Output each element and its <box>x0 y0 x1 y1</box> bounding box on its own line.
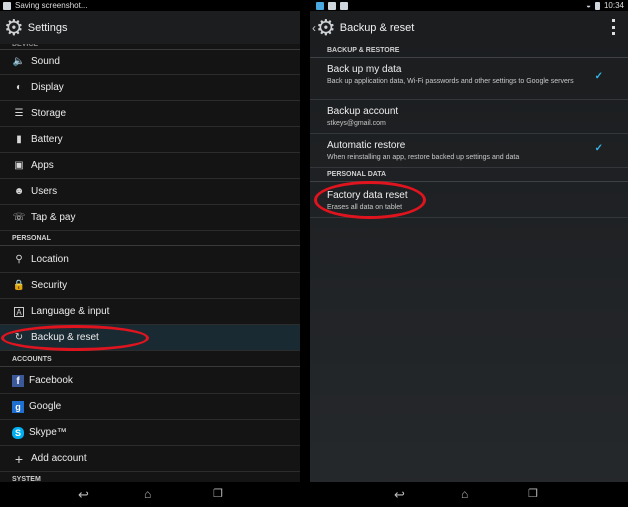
settings-item-label: Sound <box>31 56 60 67</box>
google-icon: g <box>12 400 24 413</box>
settings-item-label: Facebook <box>29 375 73 386</box>
settings-item-language[interactable]: A Language & input <box>0 299 300 325</box>
factory-data-reset-subtitle: Erases all data on tablet <box>327 204 403 211</box>
overflow-menu-icon[interactable] <box>612 19 616 35</box>
settings-item-users[interactable]: ☻ Users <box>0 179 300 205</box>
backup-account-title: Backup account <box>327 106 399 117</box>
settings-item-label: Security <box>31 280 68 291</box>
clock: 10:34 <box>603 1 624 10</box>
section-header-personal-data: PERSONAL DATA <box>310 168 628 182</box>
section-header-accounts: ACCOUNTS <box>0 353 300 367</box>
automatic-restore-subtitle: When reinstalling an app, restore backed… <box>327 154 520 161</box>
storage-icon: ☰ <box>14 108 24 119</box>
page-title: Settings <box>27 21 68 34</box>
page-title: Backup & reset <box>339 21 415 34</box>
notification-icon <box>328 1 336 10</box>
backup-account-email: stkeys@gmail.com <box>327 120 386 127</box>
settings-item-label: Storage <box>31 108 67 119</box>
settings-gear-icon[interactable]: ⚙ <box>316 16 336 39</box>
settings-action-bar: ⚙ Settings <box>0 11 300 44</box>
navigation-bar: ↩ ⌂ ❐ <box>0 482 300 507</box>
backup-my-data-checkbox[interactable]: ✓ <box>595 71 603 82</box>
home-icon[interactable]: ⌂ <box>144 488 151 501</box>
backup-my-data-subtitle: Back up application data, Wi-Fi password… <box>327 78 574 85</box>
wifi-icon: ◒ <box>586 1 591 10</box>
factory-data-reset-row[interactable]: Factory data reset Erases all data on ta… <box>310 182 628 218</box>
settings-item-battery[interactable]: ▮ Battery <box>0 127 300 153</box>
backup-reset-panel: ◒ 10:34 ‹ ⚙ Backup & reset BACKUP & REST… <box>310 0 628 507</box>
settings-item-skype[interactable]: S Skype™ <box>0 420 300 446</box>
settings-item-label: Display <box>31 82 64 93</box>
automatic-restore-checkbox[interactable]: ✓ <box>595 143 603 154</box>
settings-item-tap-pay[interactable]: ☏ Tap & pay <box>0 205 300 231</box>
location-icon: ⚲ <box>15 254 23 265</box>
screenshot-notification-icon <box>3 1 11 10</box>
home-icon[interactable]: ⌂ <box>461 488 468 501</box>
notification-icon <box>316 1 324 10</box>
automatic-restore-row[interactable]: Automatic restore When reinstalling an a… <box>310 134 628 168</box>
language-icon: A <box>14 306 24 317</box>
users-icon: ☻ <box>13 186 25 197</box>
back-icon[interactable]: ↩ <box>394 488 405 501</box>
factory-data-reset-title: Factory data reset <box>327 190 408 201</box>
settings-item-label: Add account <box>31 453 87 464</box>
settings-item-location[interactable]: ⚲ Location <box>0 247 300 273</box>
skype-icon: S <box>12 426 24 439</box>
settings-item-label: Users <box>31 186 58 197</box>
settings-item-sound[interactable]: 🔈 Sound <box>0 49 300 75</box>
settings-item-facebook[interactable]: f Facebook <box>0 368 300 394</box>
recents-icon[interactable]: ❐ <box>528 488 538 501</box>
speaker-icon: 🔈 <box>12 56 26 67</box>
apps-icon: ▣ <box>14 160 24 171</box>
settings-item-label: Location <box>31 254 69 265</box>
settings-item-google[interactable]: g Google <box>0 394 300 420</box>
settings-item-label: Apps <box>31 160 54 171</box>
status-text: Saving screenshot... <box>15 1 88 10</box>
navigation-bar: ↩ ⌂ ❐ <box>310 482 628 507</box>
settings-item-display[interactable]: ◐ Display <box>0 75 300 101</box>
notification-icon <box>340 1 348 10</box>
settings-item-label: Google <box>29 401 62 412</box>
backup-icon: ↻ <box>14 332 24 343</box>
settings-item-label: Battery <box>31 134 63 145</box>
battery-status-icon <box>594 1 600 10</box>
tap-pay-icon: ☏ <box>12 212 26 223</box>
backup-account-row[interactable]: Backup account stkeys@gmail.com <box>310 100 628 134</box>
status-bar: Saving screenshot... <box>0 0 300 11</box>
battery-icon: ▮ <box>16 134 22 145</box>
settings-item-label: Tap & pay <box>31 212 76 223</box>
settings-item-backup-reset[interactable]: ↻ Backup & reset <box>0 325 300 351</box>
recents-icon[interactable]: ❐ <box>213 488 223 501</box>
section-header-system: SYSTEM <box>12 476 41 482</box>
settings-panel: Saving screenshot... ⚙ Settings DEVICE 🔈… <box>0 0 300 507</box>
backup-my-data-title: Back up my data <box>327 64 402 75</box>
panel-separator <box>300 0 310 507</box>
automatic-restore-title: Automatic restore <box>327 140 406 151</box>
lock-icon: 🔒 <box>12 280 26 291</box>
settings-item-security[interactable]: 🔒 Security <box>0 273 300 299</box>
settings-item-label: Skype™ <box>29 427 67 438</box>
section-header-backup-restore: BACKUP & RESTORE <box>310 44 628 58</box>
settings-item-label: Language & input <box>31 306 110 317</box>
back-icon[interactable]: ↩ <box>78 488 89 501</box>
backup-action-bar: ‹ ⚙ Backup & reset <box>310 11 628 44</box>
section-header-personal: PERSONAL <box>0 232 300 246</box>
backup-my-data-row[interactable]: Back up my data Back up application data… <box>310 58 628 100</box>
settings-gear-icon[interactable]: ⚙ <box>4 16 24 39</box>
settings-item-add-account[interactable]: + Add account <box>0 446 300 472</box>
facebook-icon: f <box>12 374 24 387</box>
plus-icon: + <box>14 450 24 467</box>
settings-item-label: Backup & reset <box>31 332 99 343</box>
settings-item-apps[interactable]: ▣ Apps <box>0 153 300 179</box>
status-bar: ◒ 10:34 <box>310 0 628 11</box>
settings-item-storage[interactable]: ☰ Storage <box>0 101 300 127</box>
display-icon: ◐ <box>15 82 23 93</box>
